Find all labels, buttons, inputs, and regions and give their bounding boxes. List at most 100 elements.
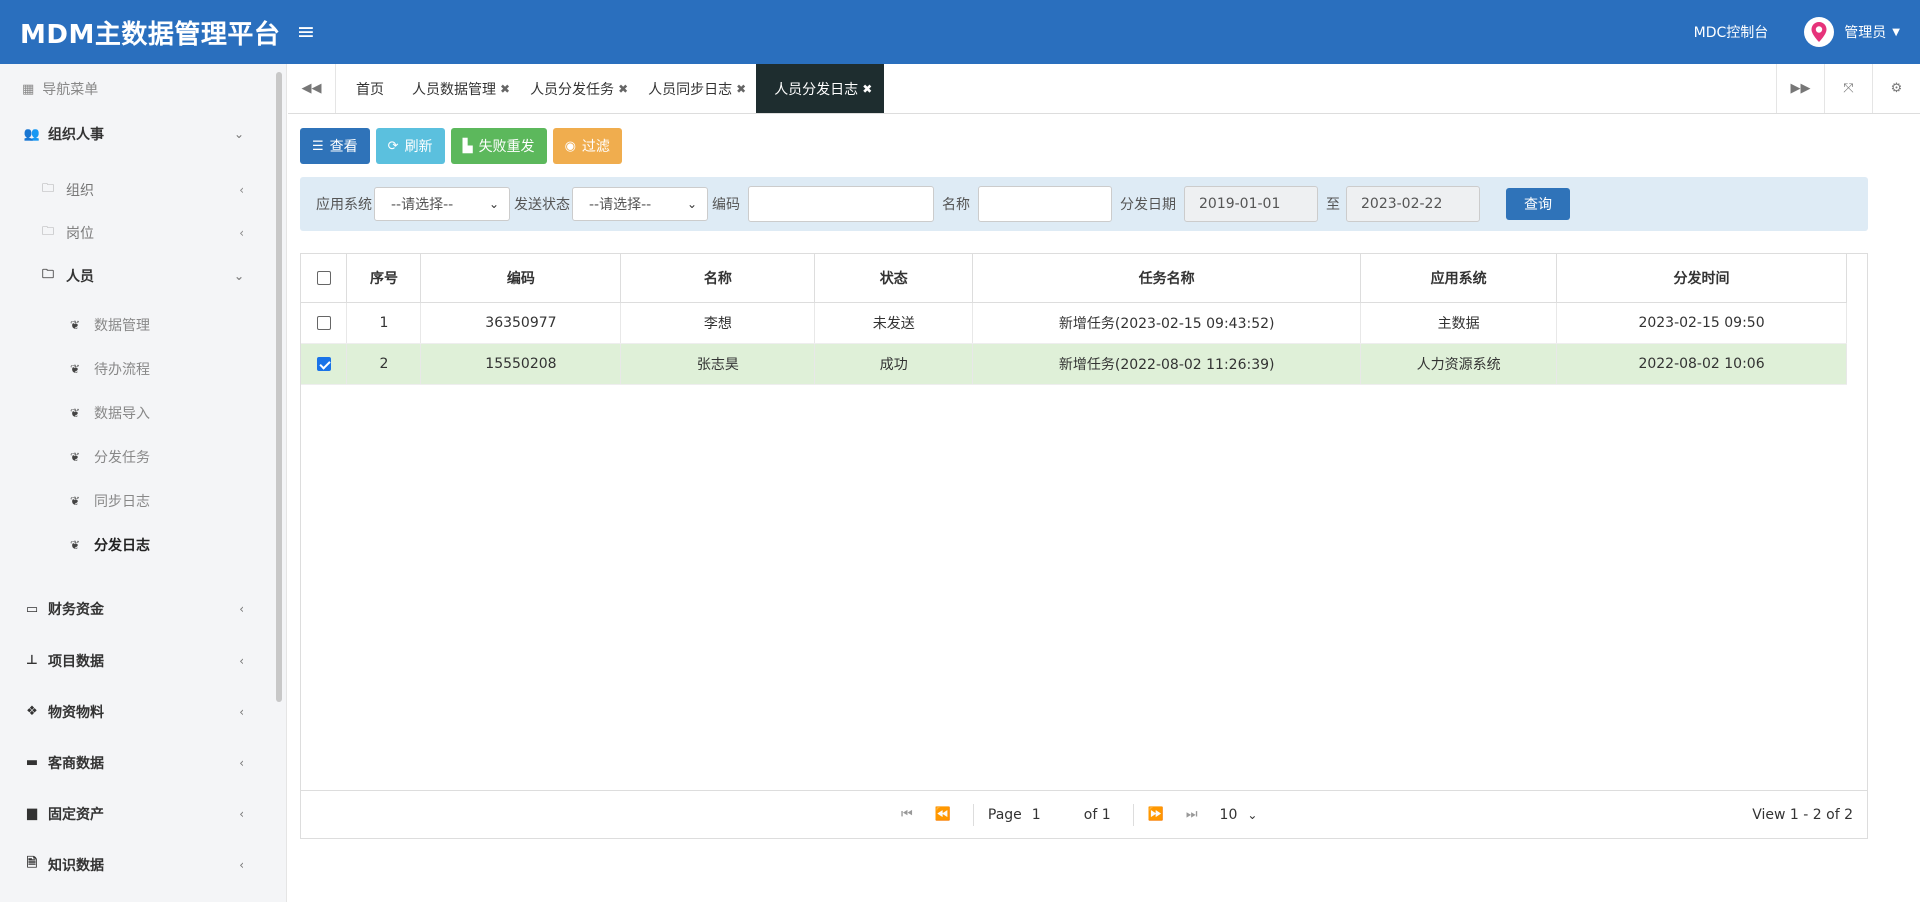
- app-title: MDM主数据管理平台: [20, 19, 281, 50]
- sidebar-sub-position[interactable]: 🗀 岗位 ‹: [0, 211, 286, 254]
- query-button[interactable]: 查询: [1506, 188, 1570, 220]
- sidebar-item-project[interactable]: ⊥ 项目数据 ‹: [0, 635, 286, 686]
- close-icon[interactable]: ✖: [736, 82, 746, 96]
- archive-icon: ▆: [27, 806, 37, 821]
- row-select-cell[interactable]: [301, 343, 348, 385]
- fullscreen-icon[interactable]: ⤧: [1824, 64, 1872, 113]
- chevron-left-icon: ‹: [239, 806, 244, 821]
- view-button[interactable]: ☰ 查看: [300, 128, 370, 164]
- sidebar-leaf-dist-log[interactable]: ❦ 分发日志: [0, 523, 286, 567]
- send-status-label: 发送状态: [514, 197, 570, 213]
- col-header-code[interactable]: 编码: [420, 254, 622, 303]
- tab-personnel-data-manage[interactable]: 人员数据管理 ✖: [402, 64, 520, 113]
- hamburger-icon[interactable]: ≡: [286, 20, 326, 45]
- leaf-icon: ❦: [70, 538, 81, 552]
- leaf-icon: ❦: [70, 406, 81, 420]
- col-header-no[interactable]: 序号: [346, 254, 422, 303]
- close-icon[interactable]: ✖: [862, 82, 872, 96]
- tab-scroll-left-icon[interactable]: ◀◀: [288, 64, 336, 113]
- sidebar-leaf-data-manage[interactable]: ❦ 数据管理: [0, 303, 286, 347]
- sidebar-item-materials[interactable]: ❖ 物资物料 ‹: [0, 686, 286, 737]
- page-input[interactable]: 1: [1032, 803, 1072, 827]
- chevron-left-icon: ‹: [239, 653, 244, 668]
- sitemap-icon: ⊥: [26, 653, 38, 668]
- cell-name: 张志昊: [620, 343, 816, 385]
- eye-icon: ◉: [564, 138, 576, 154]
- gear-icon[interactable]: ⚙: [1872, 64, 1920, 113]
- avatar: [1804, 17, 1835, 47]
- cell-code: 36350977: [420, 302, 622, 344]
- chevron-left-icon: ‹: [239, 225, 244, 240]
- app-system-select[interactable]: --请选择-- ⌄: [374, 187, 510, 221]
- code-label: 编码: [712, 197, 740, 213]
- prev-page-icon[interactable]: ⏪: [935, 807, 951, 822]
- user-name: 管理员: [1844, 25, 1887, 41]
- sidebar-sub-personnel[interactable]: 🗀 人员 ⌄: [0, 254, 286, 297]
- row-checkbox[interactable]: [316, 356, 331, 371]
- sidebar-item-fixed-assets[interactable]: ▆ 固定资产 ‹: [0, 788, 286, 839]
- refresh-icon: ⟳: [387, 138, 399, 154]
- row-checkbox[interactable]: [316, 315, 331, 330]
- table-row[interactable]: 1 36350977 李想 未发送 新增任务(2023-02-15 09:43:…: [301, 302, 1847, 344]
- row-select-cell[interactable]: [301, 302, 348, 344]
- tab-scroll-right-icon[interactable]: ▶▶: [1776, 64, 1824, 113]
- tab-personnel-sync-log[interactable]: 人员同步日志 ✖: [638, 64, 756, 113]
- refresh-button[interactable]: ⟳ 刷新: [375, 128, 445, 164]
- tab-personnel-dist-task[interactable]: 人员分发任务 ✖: [520, 64, 638, 113]
- select-all-checkbox[interactable]: [316, 270, 331, 285]
- col-header-time[interactable]: 分发时间: [1556, 254, 1847, 303]
- tab-personnel-dist-log[interactable]: 人员分发日志 ✖: [756, 64, 885, 113]
- sidebar-item-knowledge[interactable]: 🗎 知识数据 ‹: [0, 839, 286, 890]
- date-to-input[interactable]: 2023-02-22: [1346, 186, 1480, 222]
- date-to-label: 至: [1326, 197, 1340, 213]
- pager-divider: [1132, 803, 1134, 826]
- sidebar-leaf-todo-flow[interactable]: ❦ 待办流程: [0, 347, 286, 391]
- leaf-icon: ❦: [70, 494, 81, 508]
- table-header-row: 序号 编码 名称 状态 任务名称 应用系统 分发时间: [301, 254, 1847, 303]
- sidebar-sub-org[interactable]: 🗀 组织 ‹: [0, 168, 286, 211]
- pager-controls: ⏮ ⏪ Page 1 of 1 ⏩ ⏭ 10 ⌄: [901, 803, 1257, 827]
- next-page-icon[interactable]: ⏩: [1148, 807, 1164, 822]
- date-from-input[interactable]: 2019-01-01: [1184, 186, 1318, 222]
- sidebar-leaf-data-import[interactable]: ❦ 数据导入: [0, 391, 286, 435]
- col-header-task[interactable]: 任务名称: [972, 254, 1362, 303]
- chevron-left-icon: ‹: [239, 182, 244, 197]
- last-page-icon[interactable]: ⏭: [1186, 807, 1198, 822]
- cell-system: 主数据: [1360, 302, 1558, 344]
- cell-code: 15550208: [420, 343, 622, 385]
- briefcase-icon: ▬: [25, 755, 39, 770]
- page-size-select[interactable]: 10 ⌄: [1220, 807, 1258, 823]
- first-page-icon[interactable]: ⏮: [901, 807, 913, 822]
- cell-task: 新增任务(2022-08-02 11:26:39): [972, 343, 1362, 385]
- code-input[interactable]: [748, 186, 934, 222]
- sidebar-item-finance[interactable]: ▭ 财务资金 ‹: [0, 583, 286, 635]
- close-icon[interactable]: ✖: [500, 82, 510, 96]
- file-icon: 🗎: [26, 855, 38, 871]
- user-menu[interactable]: 管理员 ▼: [1804, 17, 1900, 47]
- leaf-icon: ❦: [70, 450, 81, 464]
- cell-status: 成功: [814, 343, 974, 385]
- cell-time: 2023-02-15 09:50: [1556, 302, 1847, 344]
- table-row[interactable]: 2 15550208 张志昊 成功 新增任务(2022-08-02 11:26:…: [301, 343, 1847, 385]
- close-icon[interactable]: ✖: [618, 82, 628, 96]
- sidebar-item-merchant[interactable]: ▬ 客商数据 ‹: [0, 737, 286, 788]
- sidebar-header: ▦ 导航菜单: [22, 81, 99, 99]
- filter-button[interactable]: ◉ 过滤: [552, 128, 622, 164]
- folder-icon: 🗀: [42, 224, 55, 238]
- sidebar: ▦ 导航菜单 👥 组织人事 ⌄ 🗀 组织 ‹ 🗀 岗位 ‹ 🗀 人员 ⌄ ❦ 数…: [0, 64, 287, 902]
- mdc-console-link[interactable]: MDC控制台: [1694, 22, 1769, 42]
- chevron-down-icon: ⌄: [233, 268, 244, 283]
- send-status-select[interactable]: --请选择-- ⌄: [572, 187, 708, 221]
- credit-card-icon: ▭: [25, 601, 39, 617]
- tab-home[interactable]: 首页: [336, 64, 402, 113]
- name-input[interactable]: [978, 186, 1112, 222]
- sidebar-leaf-dist-task[interactable]: ❦ 分发任务: [0, 435, 286, 479]
- resend-failed-button[interactable]: ▙ 失败重发: [450, 128, 547, 164]
- select-all-cell[interactable]: [301, 254, 348, 303]
- sidebar-item-org-personnel[interactable]: 👥 组织人事 ⌄: [0, 114, 286, 154]
- col-header-system[interactable]: 应用系统: [1360, 254, 1558, 303]
- col-header-status[interactable]: 状态: [814, 254, 974, 303]
- folder-icon: 🗀: [42, 181, 55, 195]
- col-header-name[interactable]: 名称: [620, 254, 816, 303]
- sidebar-leaf-sync-log[interactable]: ❦ 同步日志: [0, 479, 286, 523]
